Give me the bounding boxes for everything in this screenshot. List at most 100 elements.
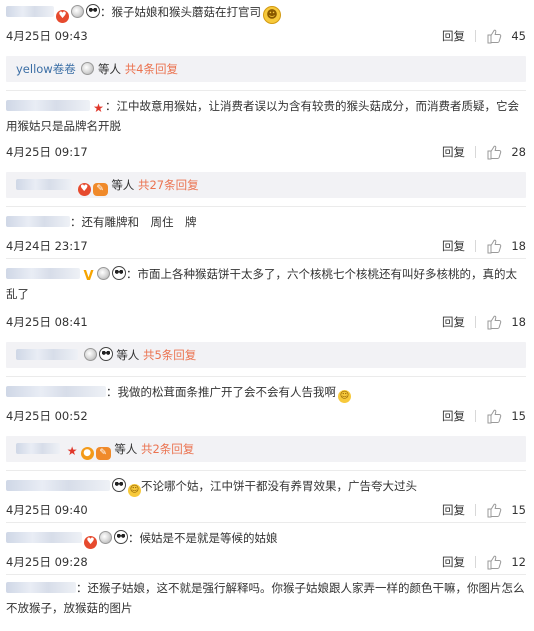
like-count: 12: [511, 555, 526, 569]
comment-body: ☺ 不论哪个姑，江中饼干都没有养胃效果，广告夸大过头: [6, 476, 526, 497]
divider: [6, 90, 526, 91]
reply-button[interactable]: 回复: [442, 144, 465, 160]
comment-meta: 4月25日 09:40 回复 15: [6, 502, 526, 520]
star-badge-icon: ★: [66, 444, 78, 458]
action-divider: [475, 146, 476, 158]
view-replies-link[interactable]: 共27条回复: [138, 178, 199, 192]
action-divider: [475, 240, 476, 252]
medal-icon: [71, 5, 84, 18]
comment-body: ♥ ：猴子姑娘和猴头蘑菇在打官司 ☻: [6, 2, 526, 24]
subreply-username-blurred[interactable]: [16, 349, 78, 360]
subreply-summary[interactable]: ★ ● ✎ 等人 共2条回复: [6, 436, 526, 462]
like-count: 28: [511, 145, 526, 159]
comment-meta: 4月25日 08:41 回复 18: [6, 314, 526, 332]
divider: [6, 206, 526, 207]
divider: [6, 258, 526, 259]
comment-text: ：候姑是不是就是等候的姑娘: [128, 531, 278, 545]
comment-actions: 回复 12: [442, 554, 526, 570]
comment-body: ：还猴子姑娘，这不就是强行解释吗。你猴子姑娘跟人家弄一样的颜色干嘛，你图片怎么不…: [6, 578, 526, 618]
thumbs-up-icon[interactable]: [486, 314, 502, 330]
comment-actions: 回复 45: [442, 28, 526, 44]
level-badge-icon: ✎: [92, 183, 108, 196]
like-count: 18: [511, 239, 526, 253]
thumbs-up-icon[interactable]: [486, 408, 502, 424]
subreply-text: 等人: [114, 442, 138, 456]
heart-badge-icon: ♥: [84, 536, 97, 549]
comment-text: ：还猴子姑娘，这不就是强行解释吗。你猴子姑娘跟人家弄一样的颜色干嘛，你图片怎么不…: [6, 581, 525, 615]
like-count: 15: [511, 503, 526, 517]
like-count: 18: [511, 315, 526, 329]
action-divider: [475, 410, 476, 422]
verified-v-icon: V: [83, 269, 94, 284]
username-blurred[interactable]: [6, 268, 80, 279]
subreply-text: 等人: [98, 62, 122, 76]
action-divider: [475, 556, 476, 568]
username-blurred[interactable]: [6, 100, 90, 111]
comment-date: 4月25日 09:17: [6, 145, 88, 159]
panda-icon: [112, 478, 126, 492]
divider: [6, 470, 526, 471]
thumbs-up-icon[interactable]: [486, 28, 502, 44]
comment-meta: 4月25日 09:28 回复 12: [6, 554, 526, 572]
subreply-username[interactable]: yellow卷卷: [16, 62, 76, 76]
subreply-username-blurred[interactable]: [16, 179, 72, 190]
thumbs-up-icon[interactable]: [486, 502, 502, 518]
comment-body: ：还有雕牌和 周住 牌: [6, 212, 526, 232]
comment-actions: 回复 18: [442, 314, 526, 330]
comment-feed: ♥ ：猴子姑娘和猴头蘑菇在打官司 ☻ 4月25日 09:43 回复 45 yello…: [0, 0, 534, 631]
comment-meta: 4月25日 00:52 回复 15: [6, 408, 526, 426]
comment-date: 4月25日 08:41: [6, 315, 88, 329]
reply-button[interactable]: 回复: [442, 502, 465, 518]
pen-badge-icon: ✎: [95, 447, 111, 460]
comment-date: 4月24日 23:17: [6, 239, 88, 253]
view-replies-link[interactable]: 共2条回复: [141, 442, 194, 456]
username-blurred[interactable]: [6, 480, 110, 491]
reply-button[interactable]: 回复: [442, 554, 465, 570]
like-count: 15: [511, 409, 526, 423]
subreply-summary[interactable]: ♥ ✎ 等人 共27条回复: [6, 172, 526, 198]
heart-badge-icon: ♥: [56, 10, 69, 23]
reply-button[interactable]: 回复: [442, 314, 465, 330]
comment-body: ：我做的松茸面条推广开了会不会有人告我啊 ☺: [6, 382, 526, 403]
emoji-icon: ☺: [128, 484, 141, 497]
comment-body: ♥ ：候姑是不是就是等候的姑娘: [6, 528, 526, 549]
thumbs-up-icon[interactable]: [486, 554, 502, 570]
comment-text: 不论哪个姑，江中饼干都没有养胃效果，广告夸大过头: [141, 479, 417, 493]
thumbs-up-icon[interactable]: [486, 238, 502, 254]
thumbs-up-icon[interactable]: [486, 144, 502, 160]
comment-date: 4月25日 09:28: [6, 555, 88, 569]
panda-icon: [114, 530, 128, 544]
comment-text: ：还有雕牌和 周住 牌: [70, 215, 197, 229]
reply-button[interactable]: 回复: [442, 408, 465, 424]
like-count: 45: [511, 29, 526, 43]
laugh-emoji-icon: ☻: [263, 6, 281, 24]
action-divider: [475, 504, 476, 516]
comment-actions: 回复 18: [442, 238, 526, 254]
subreply-username-blurred[interactable]: [16, 443, 60, 454]
comment-actions: 回复 15: [442, 408, 526, 424]
username-blurred[interactable]: [6, 6, 54, 17]
reply-button[interactable]: 回复: [442, 238, 465, 254]
username-blurred[interactable]: [6, 532, 82, 543]
username-blurred[interactable]: [6, 386, 106, 397]
medal-icon: [99, 531, 112, 544]
view-replies-link[interactable]: 共4条回复: [125, 62, 178, 76]
username-blurred[interactable]: [6, 582, 76, 593]
action-divider: [475, 30, 476, 42]
comment-text: ：猴子姑娘和猴头蘑菇在打官司: [100, 5, 261, 19]
star-badge-icon: ★: [93, 101, 104, 115]
subreply-summary[interactable]: yellow卷卷 等人 共4条回复: [6, 56, 526, 82]
comment-meta: 4月25日 09:17 回复 28: [6, 144, 526, 162]
comment-date: 4月25日 00:52: [6, 409, 88, 423]
comment-meta: 4月24日 23:17 回复 18: [6, 238, 526, 256]
medal-icon: [83, 348, 97, 361]
comment-actions: 回复 15: [442, 502, 526, 518]
reply-button[interactable]: 回复: [442, 28, 465, 44]
username-blurred[interactable]: [6, 216, 70, 227]
heart-badge-icon: ♥: [77, 183, 91, 196]
view-replies-link[interactable]: 共5条回复: [143, 348, 196, 362]
subreply-summary[interactable]: 等人 共5条回复: [6, 342, 526, 368]
comment-actions: 回复 28: [442, 144, 526, 160]
comment-body: V ：市面上各种猴菇饼干太多了，六个核桃七个核桃还有叫好多核桃的，真的太乱了: [6, 264, 526, 304]
action-divider: [475, 316, 476, 328]
